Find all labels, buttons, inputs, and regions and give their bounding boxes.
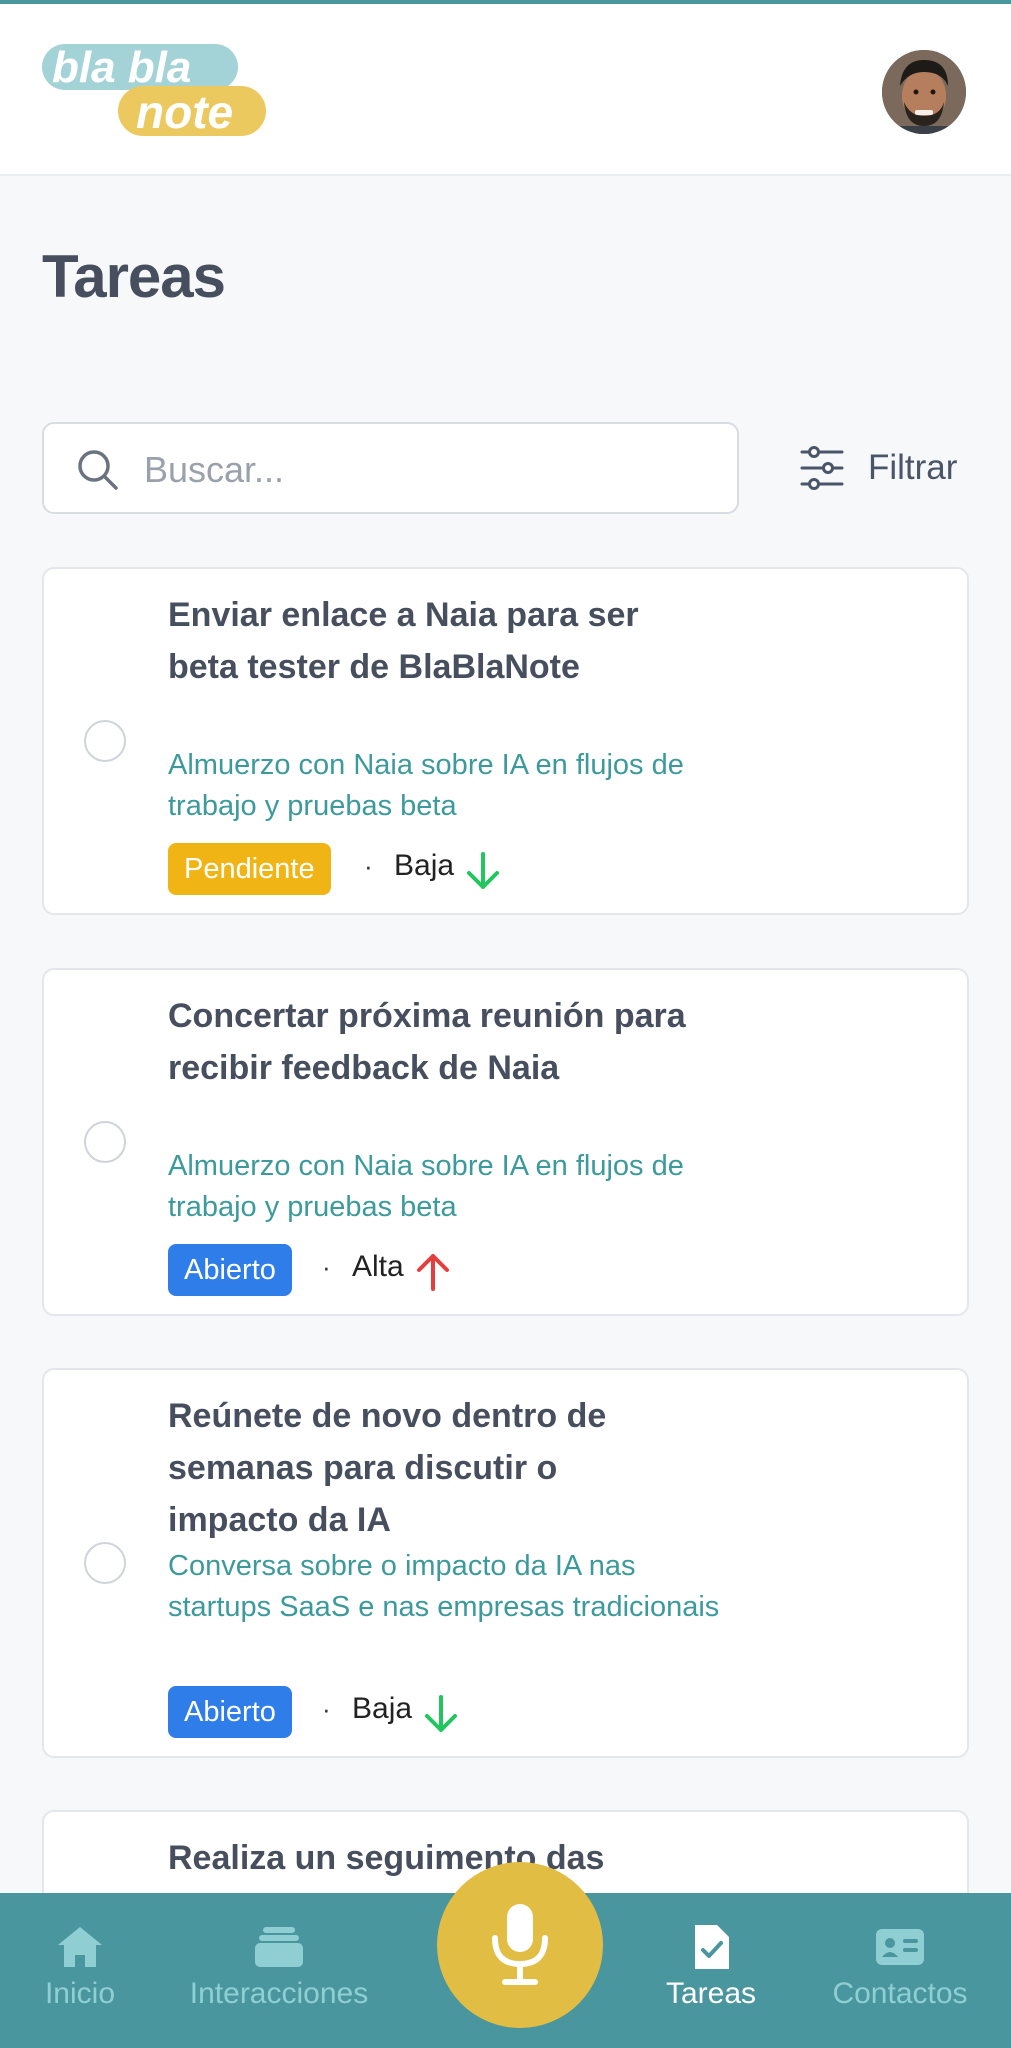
nav-item-contactos[interactable]: Contactos [818,1893,982,2048]
status-badge: Pendiente [168,843,331,895]
arrow-down-icon [425,1695,457,1732]
contact-card-icon [876,1929,924,1965]
task-meta: Pendiente · Baja [168,843,668,895]
nav-label: Contactos [832,1977,968,2010]
task-complete-checkbox[interactable] [84,1542,126,1584]
task-interaction-subtitle[interactable]: Almuerzo con Naia sobre IA en flujos de … [168,745,728,827]
task-complete-checkbox[interactable] [84,720,126,762]
arrow-up-icon [417,1254,449,1291]
priority-label: Baja [352,1692,413,1725]
task-title: Enviar enlace a Naia para ser beta teste… [168,596,639,686]
record-mic-button[interactable] [437,1862,603,2028]
svg-text:note: note [136,86,233,138]
task-interaction-subtitle[interactable]: Almuerzo con Naia sobre IA en flujos de … [168,1146,728,1228]
task-complete-checkbox[interactable] [84,1121,126,1163]
filter-label: Filtrar [868,448,958,487]
nav-item-interacciones[interactable]: Interacciones [178,1893,380,2048]
inbox-icon [255,1927,303,1967]
user-avatar[interactable] [882,50,966,134]
page-title: Tareas [42,243,226,310]
task-title: Realiza un seguimento das [168,1839,605,1877]
priority-label: Baja [394,849,455,882]
status-badge: Abierto [168,1244,292,1296]
filter-button[interactable]: Filtrar [800,440,975,496]
task-card[interactable]: Enviar enlace a Naia para ser beta teste… [42,567,969,915]
separator-dot: · [364,851,373,881]
task-meta: Abierto · Alta [168,1244,668,1296]
task-card[interactable]: Concertar próxima reunión para recibir f… [42,968,969,1316]
svg-text:bla bla: bla bla [52,43,191,92]
task-interaction-subtitle[interactable]: Conversa sobre o impacto da IA nas start… [168,1546,728,1628]
nav-label: Tareas [665,1977,757,2010]
priority-label: Alta [352,1250,404,1283]
search-box[interactable] [42,422,739,514]
sliders-icon [800,446,844,490]
arrow-down-icon [467,852,499,889]
task-card[interactable]: Reúnete de novo dentro de semanas para d… [42,1368,969,1758]
microphone-icon [492,1904,548,1985]
nav-item-inicio[interactable]: Inicio [38,1893,122,2048]
task-title: Concertar próxima reunión para recibir f… [168,997,686,1087]
task-title: Reúnete de novo dentro de semanas para d… [168,1397,607,1539]
blablanote-logo[interactable]: bla bla note [40,40,270,140]
separator-dot: · [322,1694,331,1724]
status-badge: Abierto [168,1686,292,1738]
task-icon [695,1925,729,1969]
separator-dot: · [322,1252,331,1282]
app-header: bla bla note [0,4,1011,176]
task-meta: Abierto · Baja [168,1686,668,1738]
search-input[interactable] [144,440,704,500]
nav-item-tareas[interactable]: Tareas [660,1893,762,2048]
home-icon [58,1927,102,1967]
nav-label: Interacciones [189,1977,369,2010]
nav-label: Inicio [44,1977,116,2010]
search-icon [78,450,118,490]
